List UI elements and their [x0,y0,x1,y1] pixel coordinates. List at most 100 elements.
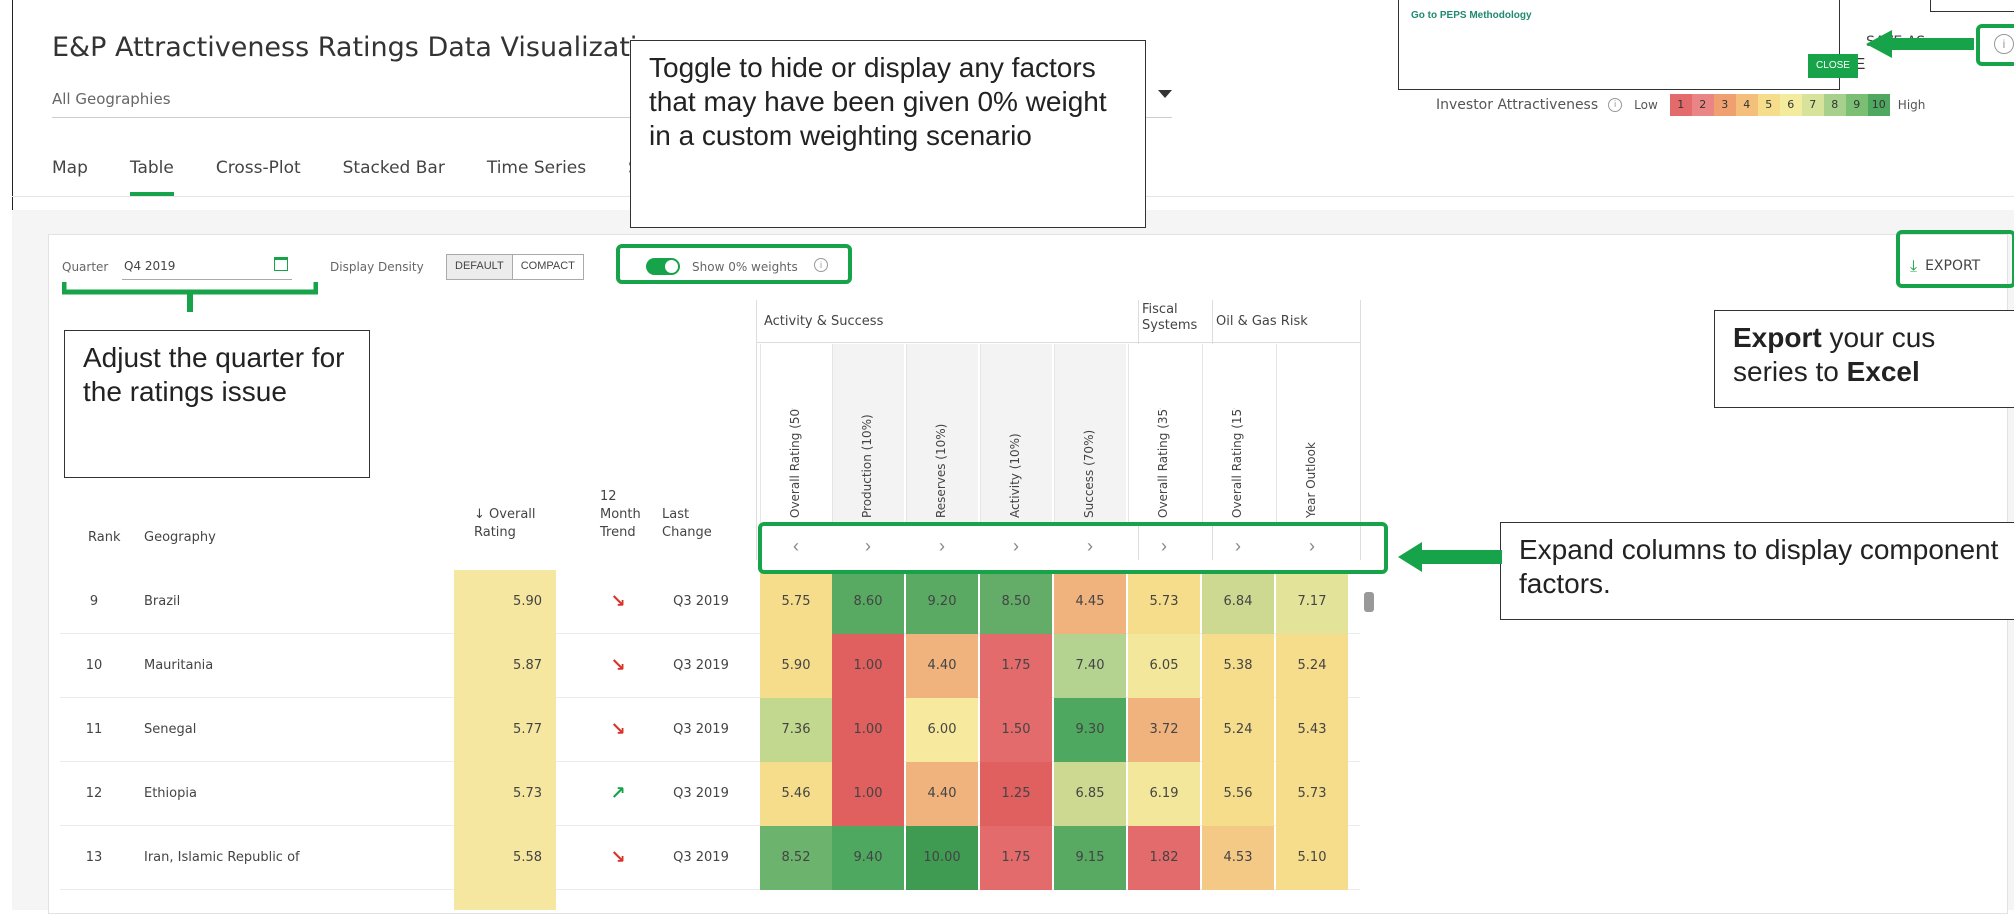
export-callout-bold: Export [1733,322,1822,353]
rank-cell: 12 [85,786,103,801]
export-callout-line2: series to [1733,356,1847,387]
download-icon: ⤓ [1910,256,1918,275]
legend-cell: 1 [1669,94,1692,116]
legend-cell: 2 [1691,94,1714,116]
methodology-link[interactable]: Go to PEPS Methodology [1411,10,1532,21]
factor-value-cell: 4.53 [1202,826,1274,890]
legend-low: Low [1634,98,1658,112]
tab-cross-plot[interactable]: Cross-Plot [216,158,301,178]
factor-value-cell: 1.00 [832,698,904,762]
col-trend-l2: Month [600,507,641,522]
factor-value-cell: 1.00 [832,634,904,698]
group-fiscal-l2: Systems [1142,318,1198,333]
info-icon[interactable]: i [1994,34,2014,54]
factor-value-cell: 7.36 [760,698,832,762]
factor-value-cell: 1.50 [980,698,1052,762]
quarter-input[interactable]: Q4 2019 [122,254,292,280]
overall-rating-cell: 5.77 [454,698,556,762]
export-callout-text: your cus [1821,322,1936,353]
tab-stacked-bar[interactable]: Stacked Bar [343,158,445,178]
factor-value-cell: 6.05 [1128,634,1200,698]
col-trend: 12 Month Trend [600,488,641,542]
density-compact-button[interactable]: COMPACT [513,255,583,279]
factor-value-cell: 8.50 [980,570,1052,634]
factor-value-cell: 9.40 [832,826,904,890]
trend-down-icon: ↘ [610,655,626,676]
factor-value-cell: 5.10 [1276,826,1348,890]
tab-map[interactable]: Map [52,158,88,178]
group-divider [756,342,1360,343]
factor-value-cell: 3.72 [1128,698,1200,762]
rank-cell: 10 [85,658,103,673]
quarter-callout: Adjust the quarter for the ratings issue [64,330,370,478]
export-label: EXPORT [1925,258,1981,274]
density-toggle: DEFAULT COMPACT [446,254,584,280]
factor-value-cell: 8.52 [760,826,832,890]
geography-cell: Mauritania [144,658,214,673]
col-overall-label2: Rating [474,525,516,540]
tab-time-series[interactable]: Time Series [487,158,586,178]
group-divider [1360,300,1361,560]
density-default-button[interactable]: DEFAULT [447,255,513,279]
factor-value-cell: 6.84 [1202,570,1274,634]
overall-rating-cell: 5.73 [454,762,556,826]
tab-table[interactable]: Table [129,158,174,196]
factor-value-cell: 6.85 [1054,762,1126,826]
last-change-cell: Q3 2019 [673,850,729,865]
factor-value-cell: 5.75 [760,570,832,634]
expand-highlight [758,522,1388,574]
factor-value-cell: 5.43 [1276,698,1348,762]
factor-value-cell: 7.17 [1276,570,1348,634]
factor-value-cell: 9.30 [1054,698,1126,762]
trend-down-icon: ↘ [610,847,626,868]
col-last-l1: Last [662,507,690,522]
legend-cell: 9 [1845,94,1868,116]
rank-cell: 9 [89,594,99,609]
scrollbar[interactable] [1364,592,1374,612]
factor-value-cell: 5.24 [1202,698,1274,762]
factor-value-cell: 1.75 [980,826,1052,890]
legend-cell: 10 [1867,94,1890,116]
quarter-bracket [62,282,318,312]
col-rank: Rank [88,530,121,545]
group-divider [756,300,757,560]
overall-rating-cell: 5.90 [454,570,556,634]
legend-cell: 5 [1757,94,1780,116]
table-row[interactable] [454,890,556,910]
last-change-cell: Q3 2019 [673,594,729,609]
calendar-icon[interactable] [274,257,288,271]
geography-cell: Iran, Islamic Republic of [144,850,300,865]
geography-cell: Ethiopia [144,786,197,801]
factor-value-cell: 6.00 [906,698,978,762]
quarter-label: Quarter [62,260,109,274]
geography-value: All Geographies [52,90,171,108]
factor-value-cell: 9.20 [906,570,978,634]
investor-legend: Investor Attractiveness i Low 1234567891… [1436,94,1925,116]
export-callout-excel: Excel [1846,356,1920,387]
col-overall[interactable]: ↓ Overall Rating [474,506,536,542]
legend-label: Investor Attractiveness [1436,97,1599,113]
factor-value-cell: 6.19 [1128,762,1200,826]
legend-cell: 7 [1801,94,1824,116]
quarter-value: Q4 2019 [124,259,176,273]
close-button-face[interactable]: CLOSE [1808,54,1858,78]
chevron-down-icon[interactable] [1158,90,1172,98]
toggle-callout: Toggle to hide or display any factors th… [630,40,1146,228]
popup-box-right [1930,0,2014,12]
export-button[interactable]: ⤓ EXPORT [1910,256,1980,276]
info-icon[interactable]: i [1608,98,1623,112]
export-callout: Export your cus series to Excel [1714,310,2014,408]
factor-label: Overall Rating (35%) [1156,408,1170,518]
factor-value-cell: 7.40 [1054,634,1126,698]
factor-value-cell: 5.56 [1202,762,1274,826]
rank-cell: 11 [85,722,103,737]
legend-cell: 4 [1735,94,1758,116]
page-title: E&P Attractiveness Ratings Data Visualiz… [52,32,686,63]
arrow-left-icon [1398,542,1502,572]
group-fiscal: Fiscal Systems [1142,302,1197,334]
group-oilgas: Oil & Gas Risk [1216,314,1308,329]
geography-cell: Senegal [144,722,197,737]
last-change-cell: Q3 2019 [673,722,729,737]
methodology-popup: Go to PEPS Methodology CLOSE [1398,0,1865,90]
factor-value-cell: 5.38 [1202,634,1274,698]
